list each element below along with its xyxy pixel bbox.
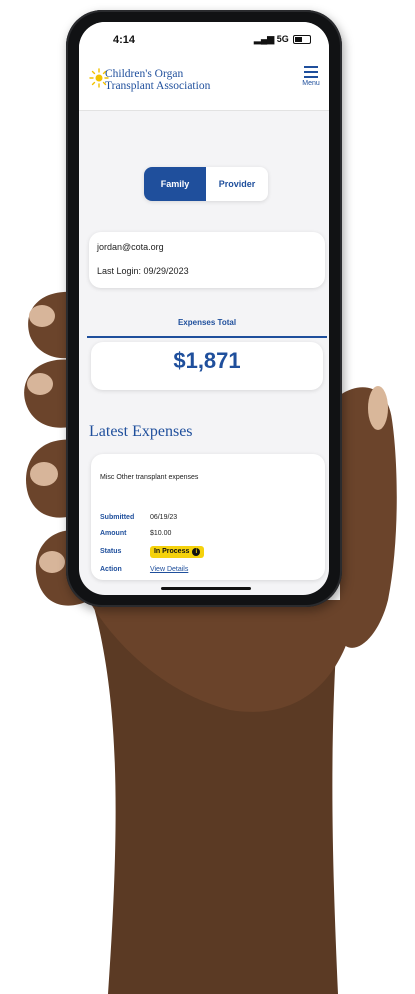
account-type-toggle: Family Provider — [144, 167, 268, 201]
hamburger-icon — [304, 66, 318, 78]
toggle-family[interactable]: Family — [144, 167, 206, 201]
org-name-line2: Transplant Association — [105, 80, 211, 92]
expense-row-amount: Amount $10.00 — [100, 530, 171, 537]
divider — [87, 336, 327, 338]
status-bar: 4:14 ▂▄▆ 5G — [79, 22, 329, 58]
status-label: Status — [100, 548, 122, 555]
menu-button[interactable]: Menu — [298, 66, 324, 87]
expenses-total-amount: $1,871 — [173, 348, 241, 373]
expense-row-action: Action View Details — [100, 566, 188, 573]
status-badge[interactable]: In Process i — [149, 546, 205, 558]
latest-expenses-heading: Latest Expenses — [89, 423, 193, 440]
home-indicator[interactable] — [161, 587, 251, 590]
signal-icon: ▂▄▆ 5G — [254, 34, 289, 44]
expenses-total-title: Expenses Total — [177, 318, 237, 327]
amount-label: Amount — [100, 530, 127, 537]
battery-icon — [293, 35, 311, 44]
status-value: In Process — [153, 548, 190, 555]
toggle-provider[interactable]: Provider — [206, 167, 268, 201]
account-card: jordan@cota.org Last Login: 09/29/2023 — [89, 232, 325, 288]
status-time: 4:14 — [113, 34, 136, 46]
last-login: Last Login: 09/29/2023 — [97, 266, 189, 276]
expense-row-status: Status In Process i — [100, 546, 205, 558]
info-icon[interactable]: i — [192, 548, 201, 556]
submitted-label: Submitted — [100, 514, 135, 521]
menu-label: Menu — [302, 80, 320, 87]
submitted-value: 06/19/23 — [149, 514, 178, 521]
expenses-total-card: $1,871 — [91, 342, 323, 390]
view-details-link[interactable]: View Details — [150, 566, 188, 573]
phone-screen: 4:14 ▂▄▆ 5G Children's Organ Transplant … — [79, 22, 329, 595]
network-label: 5G — [276, 34, 289, 44]
phone-device: 4:14 ▂▄▆ 5G Children's Organ Transplant … — [66, 10, 342, 607]
org-logo[interactable]: Children's Organ Transplant Association — [105, 68, 210, 92]
org-name-line1: Children's Organ — [105, 68, 184, 80]
account-email: jordan@cota.org — [97, 242, 164, 252]
amount-value: $10.00 — [149, 530, 172, 537]
stage: 4:14 ▂▄▆ 5G Children's Organ Transplant … — [0, 0, 415, 994]
expense-card: Misc Other transplant expenses Submitted… — [91, 454, 325, 580]
expense-description: Misc Other transplant expenses — [100, 474, 199, 481]
expense-row-submitted: Submitted 06/19/23 — [100, 514, 177, 521]
action-label: Action — [100, 566, 122, 573]
app-header: Children's Organ Transplant Association … — [79, 58, 329, 111]
